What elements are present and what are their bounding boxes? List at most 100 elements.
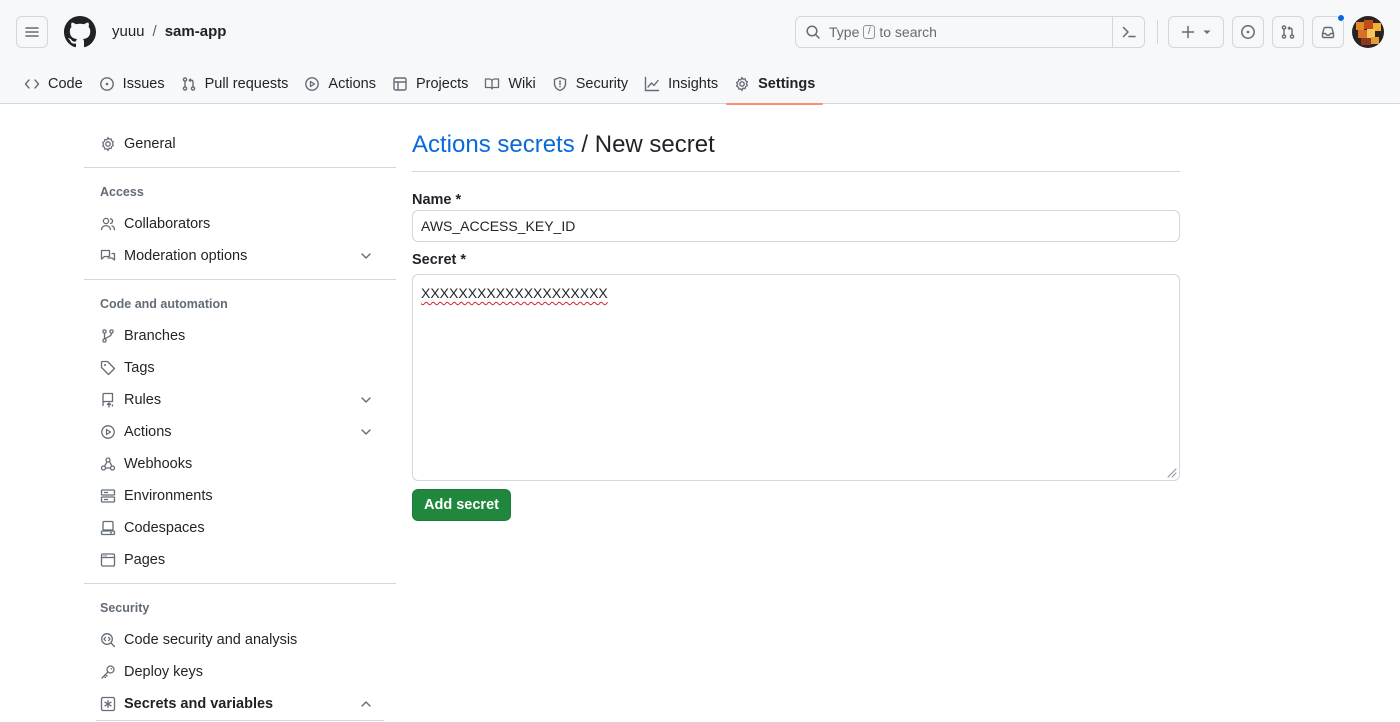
resize-handle-icon[interactable] (1165, 466, 1177, 478)
sidebar-item-label: Branches (124, 328, 186, 344)
sidebar-item-label: Rules (124, 392, 162, 408)
repo-tabs: Code Issues Pull requests Actions Projec… (16, 64, 824, 105)
sidebar-item-branches[interactable]: Branches (92, 320, 388, 352)
search-placeholder-before: Type (829, 24, 860, 40)
tab-insights-label: Insights (668, 76, 719, 92)
sidebar-item-label: Tags (124, 360, 155, 376)
sidebar-item-code-security[interactable]: Code security and analysis (92, 624, 388, 656)
repo-header: yuuu / sam-app Type / to search Code Iss… (0, 0, 1400, 105)
sidebar-item-label: Deploy keys (124, 664, 203, 680)
tab-pull-requests-label: Pull requests (204, 76, 289, 92)
sidebar-item-deploy-keys[interactable]: Deploy keys (92, 656, 388, 688)
tab-wiki[interactable]: Wiki (476, 64, 543, 104)
actions-secrets-link[interactable]: Actions secrets (412, 131, 575, 158)
user-avatar[interactable] (1352, 16, 1384, 48)
sidebar-item-rules[interactable]: Rules (92, 384, 388, 416)
sidebar-item-label: Environments (124, 488, 213, 504)
hamburger-menu-button[interactable] (16, 16, 48, 48)
tab-projects-label: Projects (415, 76, 469, 92)
sidebar-item-environments[interactable]: Environments (92, 480, 388, 512)
sidebar-item-collaborators[interactable]: Collaborators (92, 208, 388, 240)
notification-indicator (1337, 14, 1345, 22)
secret-label: Secret * (412, 252, 467, 268)
issue-opened-icon (1241, 25, 1255, 39)
create-new-button[interactable] (1168, 16, 1224, 48)
sidebar-divider (96, 720, 384, 721)
sidebar-item-label: General (124, 136, 176, 152)
code-icon (24, 79, 40, 89)
sidebar-item-codespaces[interactable]: Codespaces (92, 512, 388, 544)
graph-icon (644, 76, 660, 92)
shield-icon (553, 76, 566, 92)
sidebar-item-tags[interactable]: Tags (92, 352, 388, 384)
hamburger-icon (25, 27, 39, 37)
secret-value-textarea[interactable]: XXXXXXXXXXXXXXXXXXXX (412, 274, 1180, 481)
plus-icon (1181, 25, 1195, 39)
git-branch-icon (102, 329, 114, 343)
tab-actions[interactable]: Actions (296, 64, 384, 104)
sidebar-heading-code-automation: Code and automation (100, 297, 228, 311)
secret-value-text: XXXXXXXXXXXXXXXXXXXX (421, 285, 608, 301)
issue-icon (99, 77, 114, 91)
sidebar-item-actions[interactable]: Actions (92, 416, 388, 448)
tab-insights[interactable]: Insights (636, 64, 726, 104)
sidebar-divider (84, 279, 396, 280)
tab-wiki-label: Wiki (508, 76, 536, 92)
terminal-icon (1122, 26, 1136, 38)
codespaces-icon (100, 520, 116, 536)
sidebar-item-label: Secrets and variables (124, 696, 274, 712)
breadcrumb: yuuu / sam-app (112, 23, 226, 40)
secret-name-value: AWS_ACCESS_KEY_ID (421, 218, 576, 234)
chevron-down-icon (361, 397, 371, 403)
sidebar-item-webhooks[interactable]: Webhooks (92, 448, 388, 480)
github-logo-icon[interactable] (64, 16, 96, 48)
breadcrumb-owner[interactable]: yuuu (112, 23, 145, 40)
play-icon (101, 425, 115, 439)
key-icon (101, 665, 115, 679)
play-icon (305, 77, 320, 91)
people-icon (100, 217, 116, 231)
tab-code[interactable]: Code (16, 64, 91, 104)
search-placeholder-after: to search (879, 24, 937, 40)
comment-discussion-icon (100, 249, 116, 261)
your-issues-button[interactable] (1232, 16, 1264, 48)
sidebar-item-pages[interactable]: Pages (92, 544, 388, 576)
sidebar-divider (84, 583, 396, 584)
sidebar-item-label: Collaborators (124, 216, 211, 232)
table-icon (393, 77, 407, 91)
sidebar-heading-access: Access (100, 185, 144, 199)
sidebar-heading-security: Security (100, 601, 150, 615)
search-icon (806, 25, 820, 39)
caret-down-icon (1203, 30, 1211, 34)
tab-issues[interactable]: Issues (91, 64, 173, 104)
tab-projects[interactable]: Projects (384, 64, 476, 104)
git-pull-request-icon (1281, 25, 1295, 39)
chevron-down-icon (361, 429, 371, 435)
search-input[interactable]: Type / to search (795, 16, 1145, 48)
tab-issues-label: Issues (122, 76, 165, 92)
inbox-icon (1321, 26, 1335, 39)
header-divider (1157, 20, 1158, 44)
tab-code-label: Code (48, 76, 83, 92)
sidebar-item-label: Webhooks (124, 456, 193, 472)
sidebar-item-label: Pages (124, 552, 166, 568)
tab-security[interactable]: Security (544, 64, 636, 104)
secret-name-field[interactable]: AWS_ACCESS_KEY_ID (412, 210, 1180, 242)
command-palette-button[interactable] (1112, 17, 1144, 47)
sidebar-item-general[interactable]: General (92, 128, 388, 160)
page-title-text: / New secret (574, 131, 715, 158)
your-pull-requests-button[interactable] (1272, 16, 1304, 48)
asterisk-box-icon (100, 696, 116, 712)
sidebar-item-label: Actions (124, 424, 172, 440)
breadcrumb-repo[interactable]: sam-app (165, 23, 227, 40)
tab-pull-requests[interactable]: Pull requests (173, 64, 297, 104)
tab-security-label: Security (575, 76, 629, 92)
sidebar-item-label: Codespaces (124, 520, 205, 536)
codescan-icon (101, 633, 116, 648)
sidebar-item-secrets-variables[interactable]: Secrets and variables (92, 688, 388, 720)
search-placeholder: Type / to search (829, 24, 937, 40)
tab-settings[interactable]: Settings (726, 64, 824, 105)
breadcrumb-separator: / (152, 23, 157, 40)
sidebar-item-moderation[interactable]: Moderation options (92, 240, 388, 272)
add-secret-button[interactable]: Add secret (412, 489, 511, 521)
